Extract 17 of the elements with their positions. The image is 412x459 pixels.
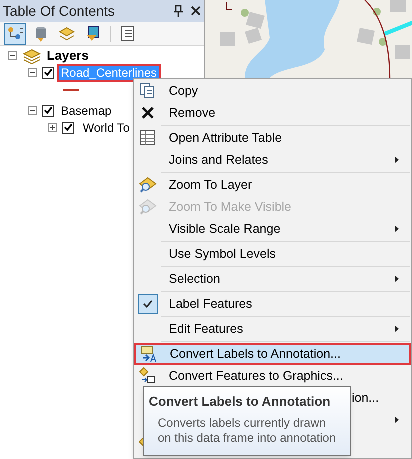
menu-item-label: Use Symbol Levels <box>169 246 276 263</box>
menu-item-label: Copy <box>169 82 198 100</box>
tooltip-text: Converts labels currently drawn on this data frame into annotation <box>157 416 338 446</box>
tooltip-title: Convert Labels to Annotation <box>149 393 332 411</box>
menu-item-label: Convert Labels to Annotation... <box>170 346 341 363</box>
menu-item-label: Selection <box>169 270 220 288</box>
menu-item-label: Zoom To Layer <box>169 176 252 194</box>
menu-item-label: Convert Features to Graphics... <box>169 368 344 385</box>
panel-title: Table Of Contents <box>3 2 116 20</box>
menu-item-label: Zoom To Make Visible <box>169 198 292 216</box>
menu-item-label: Remove <box>169 104 216 122</box>
menu-item-label: Edit Features <box>169 320 244 338</box>
menu-item-label: Open Attribute Table <box>169 130 282 147</box>
data-frame-label: Layers <box>47 46 89 65</box>
menu-item-label: Label Features <box>169 296 252 313</box>
menu-item-label: Joins and Relates <box>169 152 268 169</box>
menu-item-label: Visible Scale Range <box>169 220 281 238</box>
